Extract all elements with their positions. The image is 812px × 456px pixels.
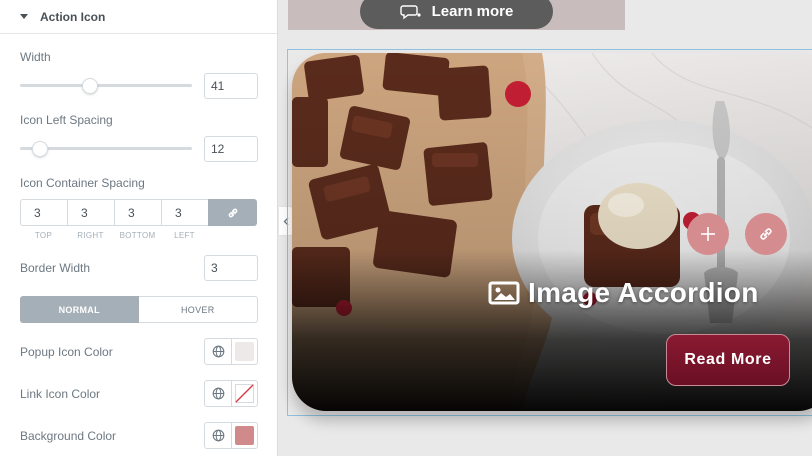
popup-icon-color-label: Popup Icon Color [20, 345, 113, 359]
globe-icon [212, 429, 224, 442]
icon-left-spacing-label: Icon Left Spacing [20, 113, 113, 127]
link-icon [760, 228, 772, 240]
globe-icon [212, 387, 224, 400]
icon-left-spacing-slider-handle[interactable] [32, 141, 48, 157]
popup-icon-color-swatch [235, 342, 254, 361]
width-label: Width [20, 50, 51, 64]
icon-left-spacing-input[interactable]: 12 [204, 136, 258, 162]
dim-label-bottom: BOTTOM [119, 231, 156, 240]
background-color-swatch [235, 426, 254, 445]
state-tabs: NORMAL HOVER [20, 296, 258, 323]
dim-label-left: LEFT [174, 231, 195, 240]
learn-more-label: Learn more [431, 3, 514, 20]
background-color-label: Background Color [20, 429, 117, 443]
spacing-bottom-input[interactable]: 3 [114, 199, 161, 226]
tab-normal[interactable]: NORMAL [20, 296, 139, 323]
globe-icon [212, 345, 224, 358]
image-icon [488, 281, 520, 305]
tab-hover[interactable]: HOVER [138, 296, 258, 323]
spacing-left-input[interactable]: 3 [161, 199, 208, 226]
link-icon-color-swatch-button[interactable] [232, 381, 257, 406]
background-color-control [204, 422, 258, 449]
dim-label-top: TOP [34, 231, 53, 240]
width-slider[interactable] [20, 84, 192, 87]
settings-panel: Action Icon Width 41 Icon Left Spacing 1… [0, 0, 278, 456]
read-more-button[interactable]: Read More [666, 334, 790, 386]
dim-label-right: RIGHT [77, 231, 104, 240]
link-icon-color-control [204, 380, 258, 407]
popup-icon-color-swatch-button[interactable] [232, 339, 257, 364]
spacing-right-input[interactable]: 3 [67, 199, 114, 226]
background-color-swatch-button[interactable] [232, 423, 257, 448]
link-action-button[interactable] [745, 213, 787, 255]
dimension-labels: TOP RIGHT BOTTOM LEFT [20, 231, 209, 240]
section-title: Action Icon [40, 9, 106, 24]
plus-icon [701, 227, 715, 241]
chat-icon [399, 4, 421, 19]
popup-action-button[interactable] [687, 213, 729, 255]
caret-down-icon [20, 14, 28, 19]
dimension-inputs: 3 3 3 3 [20, 199, 258, 226]
no-color-swatch [235, 384, 254, 403]
learn-more-button[interactable]: Learn more [360, 0, 553, 29]
popup-icon-color-globals-button[interactable] [205, 339, 232, 364]
border-width-input[interactable]: 3 [204, 255, 258, 281]
icon-container-spacing-label: Icon Container Spacing [20, 176, 145, 190]
background-color-globals-button[interactable] [205, 423, 232, 448]
border-width-label: Border Width [20, 261, 91, 275]
section-header-action-icon[interactable]: Action Icon [0, 0, 277, 34]
link-icon-color-globals-button[interactable] [205, 381, 232, 406]
accordion-title-text: Image Accordion [528, 277, 759, 308]
spacing-top-input[interactable]: 3 [20, 199, 67, 226]
popup-icon-color-control [204, 338, 258, 365]
link-icon-color-label: Link Icon Color [20, 387, 101, 401]
width-input[interactable]: 41 [204, 73, 258, 99]
link-values-button[interactable] [208, 199, 257, 226]
accordion-title: Image Accordion [488, 277, 759, 309]
width-slider-handle[interactable] [82, 78, 98, 94]
link-icon [228, 208, 237, 217]
